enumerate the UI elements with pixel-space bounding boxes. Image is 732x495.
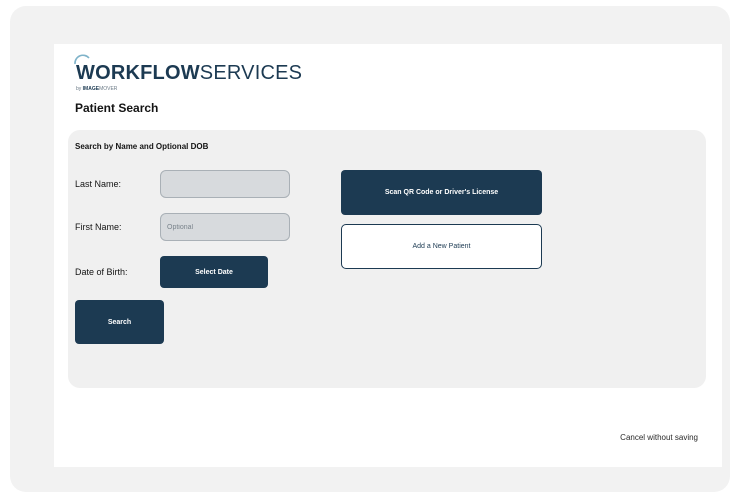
select-date-button[interactable]: Select Date — [160, 256, 268, 288]
first-name-input[interactable] — [160, 213, 290, 241]
brand-by: by — [76, 86, 82, 92]
content-card: WORKFLOWSERVICES by IMAGEMOVER Patient S… — [54, 44, 722, 467]
page-title: Patient Search — [75, 101, 159, 115]
last-name-input[interactable] — [160, 170, 290, 198]
section-title: Search by Name and Optional DOB — [75, 142, 209, 151]
app-frame: WORKFLOWSERVICES by IMAGEMOVER Patient S… — [10, 6, 730, 492]
last-name-label: Last Name: — [75, 179, 122, 189]
brand-logo: WORKFLOWSERVICES by IMAGEMOVER — [72, 52, 312, 92]
scan-qr-button[interactable]: Scan QR Code or Driver's License — [341, 170, 542, 215]
first-name-label: First Name: — [75, 222, 122, 232]
dob-label: Date of Birth: — [75, 267, 128, 277]
brand-sub-light: MOVER — [99, 86, 118, 92]
cancel-without-saving-link[interactable]: Cancel without saving — [620, 433, 698, 442]
brand-name: WORKFLOWSERVICES — [76, 61, 302, 85]
brand-sub-bold: IMAGE — [82, 86, 100, 92]
brand-name-bold: WORKFLOW — [76, 62, 200, 84]
search-button[interactable]: Search — [75, 300, 164, 344]
add-patient-button[interactable]: Add a New Patient — [341, 224, 542, 269]
brand-subline: by IMAGEMOVER — [76, 86, 117, 92]
search-panel: Search by Name and Optional DOB Last Nam… — [68, 130, 706, 388]
brand-name-light: SERVICES — [199, 62, 303, 84]
